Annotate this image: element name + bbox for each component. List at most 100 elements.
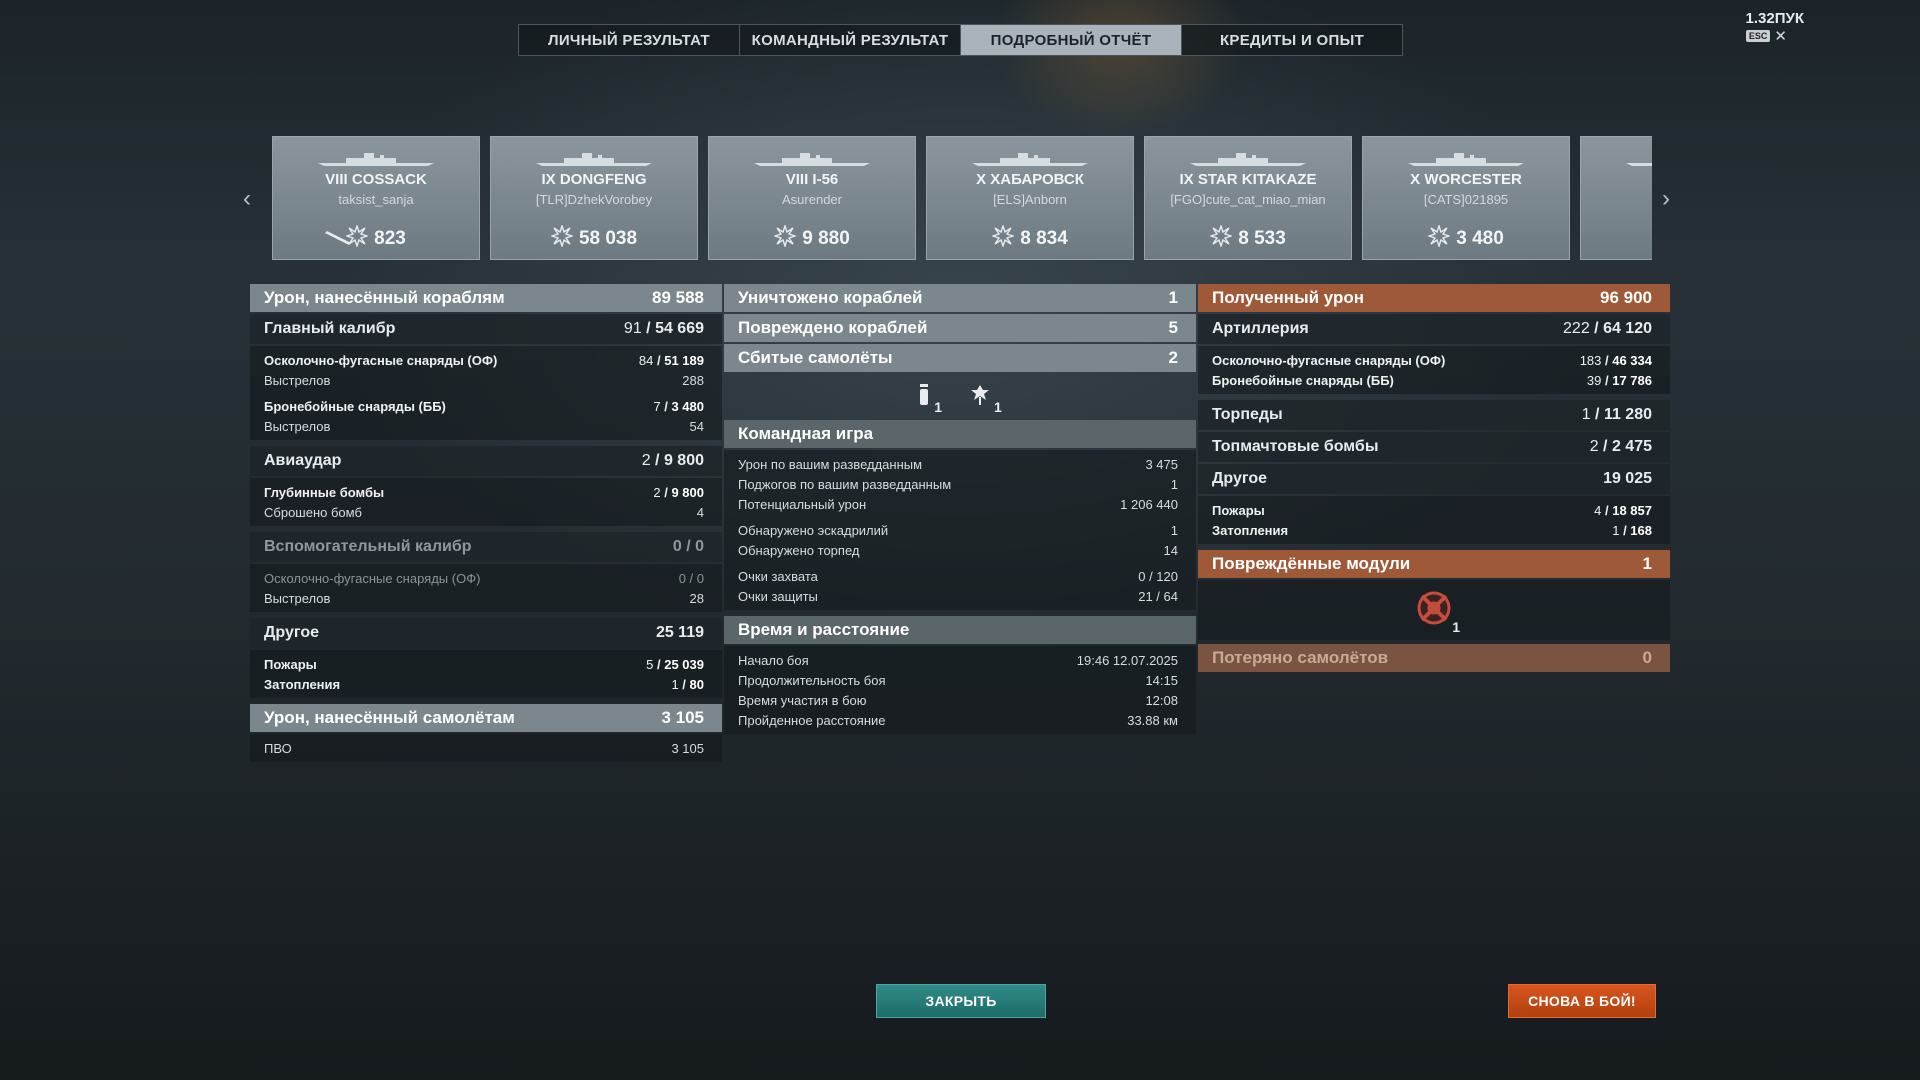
stat-row: Время участия в бою 12:08 [738,692,1178,708]
carousel-prev-arrow[interactable]: ‹ [243,185,251,213]
received-floods-row: Затопления 1 / 168 [1212,522,1652,538]
ship-name: X ХАБАРОВСК [976,171,1084,188]
main-caliber-details: Осколочно-фугасные снаряды (ОФ) 84 / 51 1… [250,346,722,440]
stat-row: Обнаружено эскадрилий 1 [738,522,1178,538]
damage-received-panel: Полученный урон 96 900 Артиллерия 222 / 6… [1198,284,1670,674]
team-play-header: Командная игра [724,420,1196,448]
planes-lost-header: Потеряно самолётов 0 [1198,644,1670,672]
depth-charges-row: Глубинные бомбы 2 / 9 800 [264,484,704,500]
torpedo-icon [325,227,355,252]
ship-damage-label: Урон, нанесённый кораблям [264,288,505,307]
ship-card[interactable]: X ХАБАРОВСК [ELS]Anborn 8 834 [926,136,1134,260]
player-name: [CATS]021895 [1423,192,1509,207]
plane-damage-header: Урон, нанесённый самолётам 3 105 [250,704,722,732]
close-button[interactable]: ЗАКРЫТЬ [876,984,1046,1018]
airstrike-row: Авиаудар 2 / 9 800 [250,446,722,476]
tab-credits-xp[interactable]: КРЕДИТЫ И ОПЫТ [1182,25,1402,55]
main-caliber-row: Главный калибр 91 / 54 669 [250,314,722,344]
stat-row: Потенциальный урон 1 206 440 [738,496,1178,512]
stat-row: Пройденное расстояние 33.88 км [738,712,1178,728]
skip-bombs-row: Топмачтовые бомбы 2 / 2 475 [1198,432,1670,462]
steering-gear-icon: 1 [1414,588,1460,635]
ships-destroyed-header: Уничтожено кораблей 1 [724,284,1196,312]
player-name: Asurender [782,192,842,207]
damage-dealt-panel: Урон, нанесённый кораблям 89 588 Главный… [250,284,722,768]
ship-name: IX STAR KITAKAZE [1179,171,1317,188]
ship-damage-header: Урон, нанесённый кораблям 89 588 [250,284,722,312]
team-play-details: Урон по вашим разведданным 3 475 Поджогов … [724,450,1196,610]
ship-silhouette-icon [536,153,652,166]
esc-key-label: ESC [1745,30,1771,42]
game-version: 1.32ПУК [1745,10,1804,27]
airstrike-details: Глубинные бомбы 2 / 9 800 Сброшено бомб 4 [250,478,722,526]
secondary-shots-row: Выстрелов 28 [264,590,704,606]
carousel-next-arrow[interactable]: › [1662,185,1670,213]
ships-damaged-header: Повреждено кораблей 5 [724,314,1196,342]
tab-team-result[interactable]: КОМАНДНЫЙ РЕЗУЛЬТАТ [740,25,961,55]
stat-row: Обнаружено торпед 14 [738,542,1178,558]
bombs-dropped-row: Сброшено бомб 4 [264,504,704,520]
player-name: [10C [1581,192,1652,207]
received-damage-header: Полученный урон 96 900 [1198,284,1670,312]
ship-card[interactable]: IX DONGFENG [TLR]DzhekVorobey 58 038 [490,136,698,260]
tab-personal-result[interactable]: ЛИЧНЫЙ РЕЗУЛЬТАТ [519,25,740,55]
ship-silhouette-icon [1408,153,1524,166]
fires-row: Пожары 5 / 25 039 [264,656,704,672]
ship-card[interactable]: X WORCESTER [CATS]021895 3 480 [1362,136,1570,260]
damage-dealt: 58 038 [491,223,697,253]
esc-close-button[interactable]: ESC ✕ [1745,27,1787,45]
ship-silhouette-icon [1626,163,1652,166]
floods-row: Затопления 1 / 80 [264,676,704,692]
stat-row: Очки защиты 21 / 64 [738,588,1178,604]
plane-damage-details: ПВО 3 105 [250,734,722,762]
tab-detailed-report[interactable]: ПОДРОБНЫЙ ОТЧЁТ [961,25,1182,55]
ship-name: VIII COSSACK [325,171,427,188]
received-fires-row: Пожары 4 / 18 857 [1212,502,1652,518]
received-other-details: Пожары 4 / 18 857 Затопления 1 / 168 [1198,496,1670,544]
torpedoes-row: Торпеды 1 / 11 280 [1198,400,1670,430]
damage-burst-icon [1209,223,1234,253]
stat-row: Очки захвата 0 / 120 [738,568,1178,584]
ship-card[interactable]: VIII COSSACK taksist_sanja 823 [272,136,480,260]
he-row: Осколочно-фугасные снаряды (ОФ) 84 / 51 1… [264,352,704,368]
ship-name: IX DONGFENG [541,171,647,188]
damage-burst-icon [773,223,798,253]
main-caliber-label: Главный калибр [264,320,396,337]
ship-silhouette-icon [318,153,434,166]
ship-carousel: VIII COSSACK taksist_sanja 823 IX DONGFENG [… [272,136,1652,260]
ship-card[interactable]: IX STAR KITAKAZE [FGO]cute_cat_miao_mian 8… [1144,136,1352,260]
close-icon: ✕ [1774,28,1787,45]
ship-name: X WORCESTER [1410,171,1522,188]
ship-card[interactable]: VIII I-56 Asurender 9 880 [708,136,916,260]
player-name: [TLR]DzhekVorobey [535,192,653,207]
stat-row: Поджогов по вашим разведданным 1 [738,476,1178,492]
other-damage-row: Другое 25 119 [250,618,722,648]
received-ap-row: Бронебойные снаряды (ББ) 39 / 17 786 [1212,372,1652,388]
damage-dealt: 8 834 [927,223,1133,253]
ship-silhouette-icon [1190,153,1306,166]
planes-shot-header: Сбитые самолёты 2 [724,344,1196,372]
ap-shots-row: Выстрелов 54 [264,418,704,434]
secondary-details: Осколочно-фугасные снаряды (ОФ) 0 / 0 Выс… [250,564,722,612]
secondary-he-row: Осколочно-фугасные снаряды (ОФ) 0 / 0 [264,570,704,586]
damage-dealt: 823 [273,223,479,253]
damaged-modules-header: Повреждённые модули 1 [1198,550,1670,578]
ship-name: VIII I-56 [785,171,839,188]
received-other-row: Другое 19 025 [1198,464,1670,494]
stat-row: Продолжительность боя 14:15 [738,672,1178,688]
damage-burst-icon [991,223,1016,253]
damaged-modules-icons: 1 [1198,580,1670,640]
damage-dealt: 8 533 [1145,223,1351,253]
damage-dealt: 9 880 [709,223,915,253]
secondary-caliber-row: Вспомогательный калибр 0 / 0 [250,532,722,562]
stat-row: Начало боя 19:46 12.07.2025 [738,652,1178,668]
ship-card[interactable]: [10C [1580,136,1652,260]
damage-dealt: 3 480 [1363,223,1569,253]
main-caliber-value: 91 / 54 669 [623,320,704,337]
other-damage-details: Пожары 5 / 25 039 Затопления 1 / 80 [250,650,722,698]
time-distance-header: Время и расстояние [724,616,1196,644]
he-shots-row: Выстрелов 288 [264,372,704,388]
damage-burst-icon [1427,223,1452,253]
battle-again-button[interactable]: СНОВА В БОЙ! [1508,984,1656,1018]
artillery-row: Артиллерия 222 / 64 120 [1198,314,1670,344]
